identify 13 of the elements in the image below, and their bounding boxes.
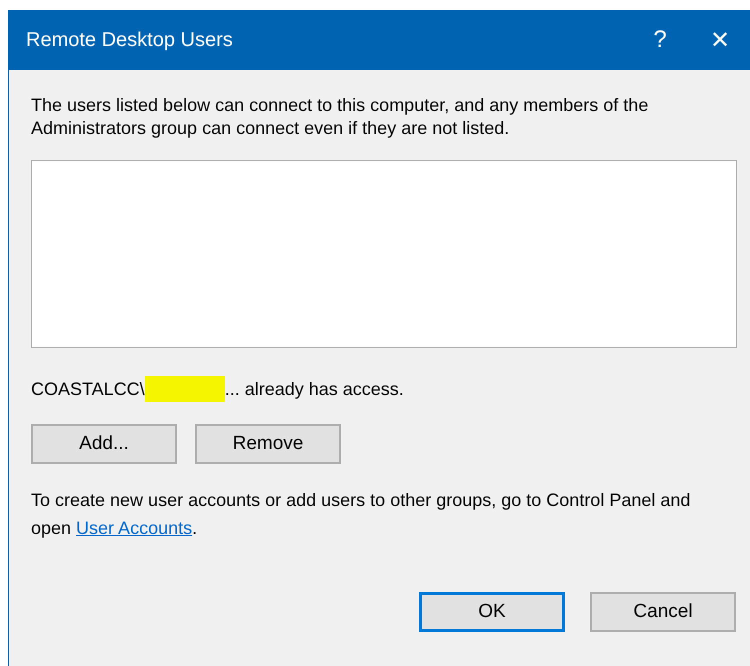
remove-button[interactable]: Remove [195, 424, 341, 464]
access-text: COASTALCC\ [31, 378, 145, 400]
access-text: ... already has access. [224, 378, 404, 400]
description-text: The users listed below can connect to this computer, and any members of the Administrators group can connect even if they are not listed. [31, 94, 650, 140]
user-accounts-link[interactable]: User Accounts [76, 518, 192, 538]
add-button[interactable]: Add... [31, 424, 177, 464]
window-title: Remote Desktop Users [26, 28, 234, 52]
close-button[interactable]: ✕ [690, 10, 750, 70]
users-list[interactable] [31, 160, 737, 348]
cancel-button[interactable]: Cancel [590, 592, 736, 632]
help-button[interactable]: ? [630, 10, 690, 70]
help-text: To create new user accounts or add users to other groups, go to Control Panel and open User Accounts. [31, 489, 692, 540]
ok-button[interactable]: OK [419, 592, 565, 632]
